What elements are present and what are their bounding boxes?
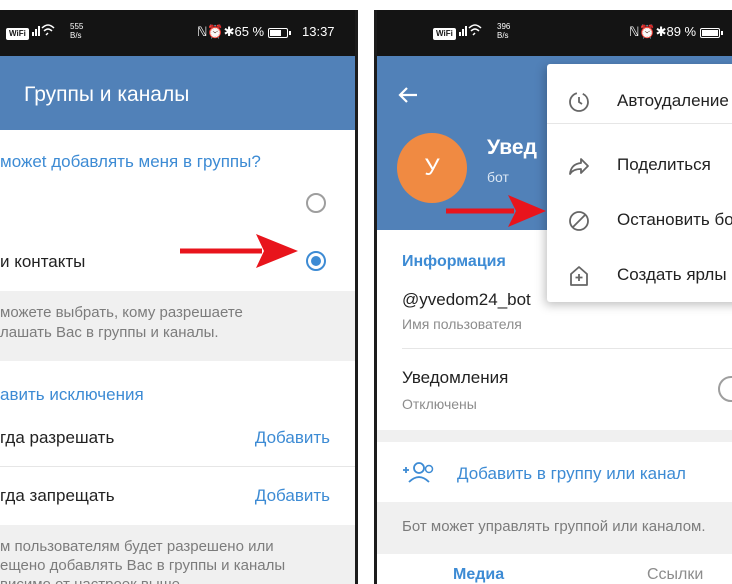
wifi-label: WiFi bbox=[433, 28, 456, 40]
right-phone-screen: WiFi 396 B/s ℕ⏰✱89 % У Увед бот Информаци… bbox=[374, 10, 732, 584]
always-allow-add-button[interactable]: Добавить bbox=[255, 428, 330, 448]
hint-1: можете выбрать, кому разрешаете лашать В… bbox=[0, 304, 243, 341]
radio-option-contacts[interactable] bbox=[306, 251, 326, 271]
context-menu: Автоудаление Поделиться Остановить бо Со… bbox=[547, 64, 732, 302]
left-phone-screen: WiFi 555 B/s ℕ⏰✱65 % 13:37 Группы и канал… bbox=[0, 10, 358, 584]
never-allow-add-button[interactable]: Добавить bbox=[255, 486, 330, 506]
network-speed: 396 B/s bbox=[497, 22, 511, 40]
add-to-group-button[interactable]: Добавить в группу или канал bbox=[457, 464, 686, 484]
wifi-label: WiFi bbox=[6, 28, 29, 40]
menu-item-share[interactable]: Поделиться bbox=[547, 138, 732, 192]
menu-item-auto-delete[interactable]: Автоудаление bbox=[547, 74, 732, 128]
section-gap bbox=[377, 430, 732, 442]
divider bbox=[402, 348, 732, 349]
status-bar: WiFi 396 B/s ℕ⏰✱89 % bbox=[377, 10, 732, 56]
menu-divider bbox=[547, 123, 732, 124]
timer-icon bbox=[569, 92, 589, 112]
divider bbox=[0, 466, 355, 467]
signal-icon bbox=[459, 23, 491, 40]
battery-icon bbox=[699, 27, 723, 38]
red-arrow-left bbox=[180, 234, 298, 268]
tab-links[interactable]: Ссылки bbox=[647, 566, 703, 584]
page-title: Группы и каналы bbox=[24, 83, 190, 106]
menu-label: Автоудаление bbox=[617, 91, 729, 110]
block-icon bbox=[569, 211, 589, 231]
add-members-icon bbox=[403, 462, 434, 483]
exceptions-title: авить исключения bbox=[0, 385, 144, 404]
clock: 13:37 bbox=[302, 24, 335, 39]
username-caption: Имя пользователя bbox=[402, 316, 522, 332]
tab-media[interactable]: Медиа bbox=[453, 566, 504, 584]
radio-option-everybody[interactable] bbox=[306, 193, 326, 213]
status-icons: ℕ⏰✱65 % bbox=[197, 24, 291, 40]
notifications-label[interactable]: Уведомления bbox=[402, 368, 508, 388]
add-shortcut-icon bbox=[570, 266, 588, 286]
always-allow-label[interactable]: гда разрешать bbox=[0, 428, 114, 448]
back-arrow-icon[interactable] bbox=[397, 84, 419, 106]
wifi-badge: WiFi bbox=[433, 24, 456, 40]
battery-icon bbox=[267, 27, 291, 38]
menu-label: Создать ярлы bbox=[617, 265, 727, 284]
never-allow-label[interactable]: гда запрещать bbox=[0, 486, 115, 506]
notifications-state: Отключены bbox=[402, 396, 477, 412]
share-icon bbox=[569, 158, 589, 175]
menu-item-stop-bot[interactable]: Остановить бо bbox=[547, 193, 732, 247]
menu-label: Остановить бо bbox=[617, 210, 732, 229]
bot-name: Увед bbox=[487, 136, 537, 159]
signal-icon bbox=[32, 23, 64, 40]
menu-label: Поделиться bbox=[617, 155, 711, 174]
app-header: Группы и каналы bbox=[0, 56, 355, 130]
notifications-toggle[interactable] bbox=[718, 376, 732, 402]
wifi-badge: WiFi bbox=[6, 24, 29, 40]
option-my-contacts[interactable]: и контакты bbox=[0, 252, 85, 272]
bot-subtitle: бот bbox=[487, 169, 509, 185]
red-arrow-right bbox=[446, 195, 546, 227]
bot-username[interactable]: @yvedom24_bot bbox=[402, 290, 531, 310]
hint-2: м пользователям будет разрешено или ещен… bbox=[0, 538, 286, 584]
network-speed: 555 B/s bbox=[70, 22, 84, 40]
status-icons: ℕ⏰✱89 % bbox=[629, 24, 723, 40]
who-can-add-question: можеt добавлять меня в группы? bbox=[0, 152, 261, 171]
status-bar: WiFi 555 B/s ℕ⏰✱65 % 13:37 bbox=[0, 10, 355, 56]
info-section-title: Информация bbox=[402, 253, 506, 270]
manage-hint: Бот может управлять группой или каналом. bbox=[402, 518, 706, 535]
menu-item-create-shortcut[interactable]: Создать ярлы bbox=[547, 248, 732, 302]
